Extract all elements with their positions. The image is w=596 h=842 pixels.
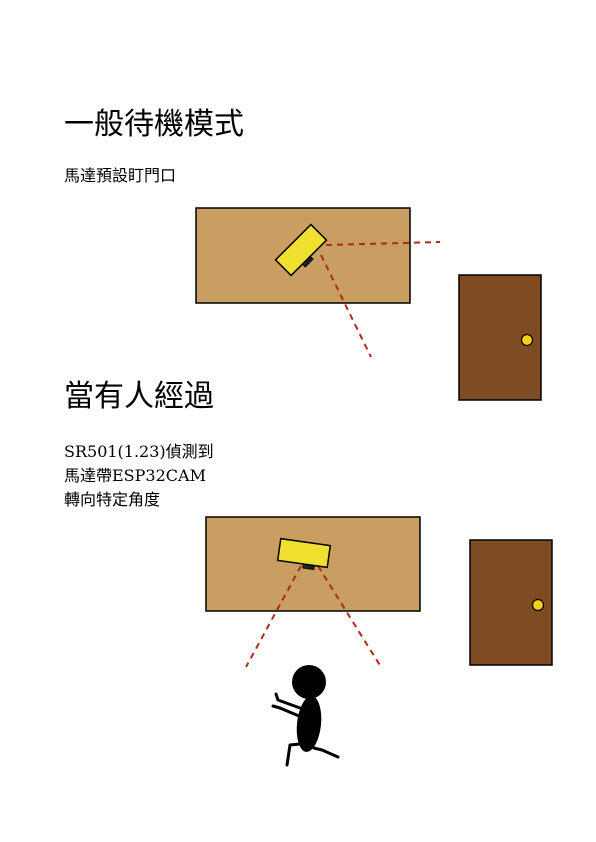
person-leg-front bbox=[312, 746, 340, 759]
camera-lens-mount bbox=[302, 563, 315, 571]
person-head bbox=[292, 665, 326, 699]
detect-scene bbox=[205, 516, 553, 767]
door-knob bbox=[520, 333, 534, 347]
person-leg-back bbox=[285, 742, 302, 767]
person-figure bbox=[271, 665, 340, 767]
door-knob bbox=[531, 598, 545, 612]
standby-scene bbox=[195, 207, 542, 401]
person-arm-upper bbox=[274, 692, 302, 710]
scene-diagram bbox=[195, 207, 553, 767]
